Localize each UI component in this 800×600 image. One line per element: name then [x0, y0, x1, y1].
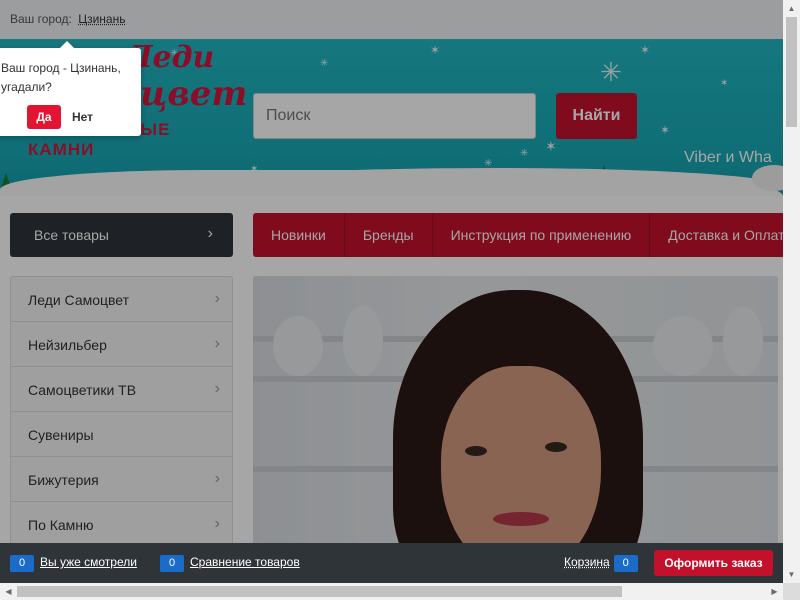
checkout-button[interactable]: Оформить заказ: [654, 550, 773, 576]
scroll-down-icon[interactable]: ▼: [783, 566, 800, 583]
vertical-scrollbar[interactable]: ▲ ▼: [783, 0, 800, 583]
scroll-left-icon[interactable]: ◀: [0, 583, 17, 600]
vertical-scroll-thumb[interactable]: [786, 17, 797, 127]
compare-products[interactable]: 0 Сравнение товаров: [160, 555, 300, 572]
cart-label: Корзина: [564, 555, 610, 569]
confirm-yes-button[interactable]: Да: [27, 105, 61, 129]
viewed-label: Вы уже смотрели: [40, 555, 137, 569]
horizontal-scroll-thumb[interactable]: [17, 586, 622, 597]
scrollbar-corner: [783, 583, 800, 600]
cart-count-badge: 0: [613, 555, 638, 572]
viewed-products[interactable]: 0 Вы уже смотрели: [10, 555, 137, 572]
compare-label: Сравнение товаров: [190, 555, 300, 569]
page: Ваш город: Цзинань ✳ ✶ ✳ ✶ ✳ ✶ ✳ ✶ ✳ ✶ ✶…: [0, 0, 783, 583]
popup-question-line1: Ваш город - Цзинань,: [1, 61, 121, 75]
popup-question-line2: угадали?: [1, 80, 52, 94]
scroll-up-icon[interactable]: ▲: [783, 0, 800, 17]
cart-link[interactable]: Корзина 0: [564, 555, 638, 572]
city-confirm-popup: Ваш город - Цзинань, угадали? Да Нет: [0, 41, 141, 136]
horizontal-scrollbar[interactable]: ◀ ▶: [0, 583, 783, 600]
viewed-count-badge: 0: [10, 555, 34, 572]
compare-count-badge: 0: [160, 555, 184, 572]
confirm-no-button[interactable]: Нет: [72, 105, 93, 129]
scroll-right-icon[interactable]: ▶: [766, 583, 783, 600]
